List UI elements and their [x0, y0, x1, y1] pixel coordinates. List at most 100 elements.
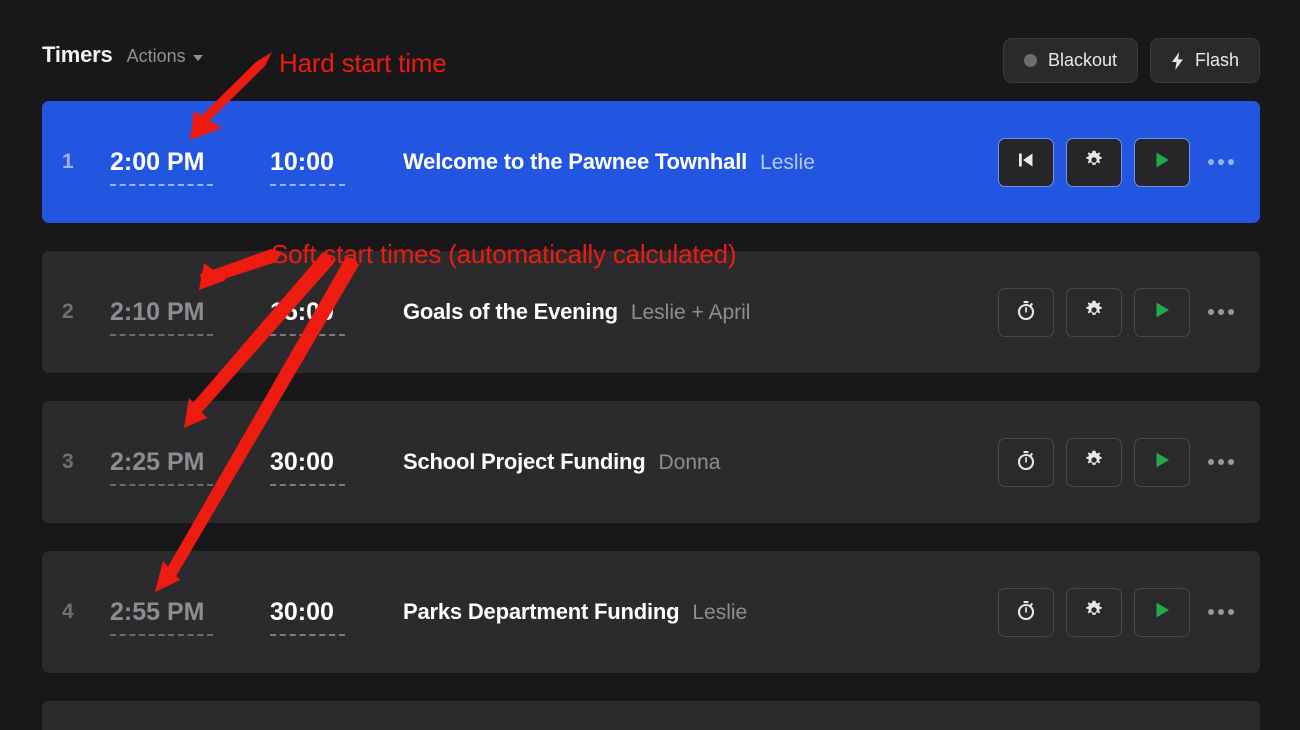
gear-icon	[1084, 450, 1104, 475]
cue-body: Parks Department Funding Leslie	[403, 599, 998, 625]
more-icon	[1228, 159, 1234, 165]
stopwatch-icon	[1016, 300, 1036, 325]
more-icon	[1208, 609, 1214, 615]
more-icon	[1218, 159, 1224, 165]
cue-index: 2	[62, 300, 74, 323]
cue-start-time[interactable]: 2:25 PM	[110, 447, 270, 486]
settings-button[interactable]	[1066, 287, 1122, 337]
more-icon	[1228, 609, 1234, 615]
flash-button[interactable]: Flash	[1149, 38, 1260, 83]
editable-underline	[270, 183, 345, 186]
cue-index: 1	[62, 150, 74, 173]
cue-row-3[interactable]: 3 2:25 PM 30:00 School Project Funding D…	[42, 401, 1260, 523]
play-button[interactable]	[1134, 437, 1190, 487]
cue-controls	[998, 587, 1238, 637]
cue-row-5[interactable]	[42, 701, 1260, 730]
cue-duration[interactable]: 10:00	[270, 147, 403, 186]
cue-start-time[interactable]: 2:00 PM	[110, 147, 270, 186]
cue-index: 3	[62, 450, 74, 473]
play-icon	[1152, 450, 1172, 475]
cue-duration-value: 30:00	[270, 447, 334, 476]
cue-row-4[interactable]: 4 2:55 PM 30:00 Parks Department Funding…	[42, 551, 1260, 673]
blackout-button-label: Blackout	[1047, 50, 1117, 70]
cue-owner[interactable]: Leslie + April	[631, 301, 751, 325]
more-options-button[interactable]	[1204, 592, 1238, 632]
stopwatch-icon	[1016, 450, 1036, 475]
gear-icon	[1084, 300, 1104, 325]
editable-underline	[110, 183, 213, 186]
more-icon	[1208, 309, 1214, 315]
cue-body: Welcome to the Pawnee Townhall Leslie	[403, 149, 998, 175]
more-icon	[1208, 459, 1214, 465]
cue-owner[interactable]: Leslie	[692, 601, 747, 625]
cue-start-time-value: 2:10 PM	[110, 297, 205, 326]
lightning-bolt-icon	[1171, 51, 1184, 70]
header-left-group: Timers Actions	[42, 42, 203, 68]
stopwatch-icon	[1016, 600, 1036, 625]
editable-underline	[270, 633, 345, 636]
editable-underline	[110, 633, 213, 636]
more-icon	[1218, 459, 1224, 465]
cue-start-time-value: 2:00 PM	[110, 147, 205, 176]
cue-start-time-value: 2:25 PM	[110, 447, 205, 476]
settings-button[interactable]	[1066, 587, 1122, 637]
cue-body: Goals of the Evening Leslie + April	[403, 299, 998, 325]
more-options-button[interactable]	[1204, 142, 1238, 182]
more-icon	[1208, 159, 1214, 165]
gear-icon	[1084, 150, 1104, 175]
skip-back-icon	[1016, 150, 1036, 175]
more-icon	[1218, 609, 1224, 615]
gear-icon	[1084, 600, 1104, 625]
more-options-button[interactable]	[1204, 292, 1238, 332]
cue-owner[interactable]: Donna	[659, 451, 721, 475]
app-header: Timers Actions Blackout Flash	[0, 0, 1300, 100]
blackout-button[interactable]: Blackout	[1002, 38, 1138, 83]
cue-name[interactable]: Parks Department Funding	[403, 599, 680, 625]
more-options-button[interactable]	[1204, 442, 1238, 482]
cue-list: 1 2:00 PM 10:00 Welcome to the Pawnee To…	[42, 101, 1260, 730]
actions-menu-button[interactable]: Actions	[127, 46, 203, 67]
editable-underline	[270, 483, 345, 486]
cue-controls	[998, 137, 1238, 187]
stopwatch-button[interactable]	[998, 587, 1054, 637]
play-button[interactable]	[1134, 587, 1190, 637]
cue-duration[interactable]: 15:00	[270, 298, 403, 336]
actions-menu-label: Actions	[126, 46, 186, 66]
cue-owner[interactable]: Leslie	[760, 151, 815, 175]
cue-duration[interactable]: 30:00	[270, 447, 403, 486]
cue-index: 4	[62, 600, 74, 623]
stopwatch-button[interactable]	[998, 287, 1054, 337]
cue-name[interactable]: Welcome to the Pawnee Townhall	[403, 149, 747, 175]
skip-back-button[interactable]	[998, 137, 1054, 187]
cue-row-1[interactable]: 1 2:00 PM 10:00 Welcome to the Pawnee To…	[42, 101, 1260, 223]
play-icon	[1152, 300, 1172, 325]
flash-button-label: Flash	[1194, 50, 1239, 70]
cue-duration-value: 30:00	[270, 597, 334, 626]
cue-body: School Project Funding Donna	[403, 449, 998, 475]
cue-start-time-value: 2:55 PM	[110, 597, 205, 626]
stopwatch-button[interactable]	[998, 437, 1054, 487]
timers-app: Timers Actions Blackout Flash 1 2:00 PM …	[0, 0, 1300, 730]
cue-name[interactable]: Goals of the Evening	[403, 299, 618, 325]
editable-underline	[110, 333, 213, 336]
cue-controls	[998, 287, 1238, 337]
play-button[interactable]	[1134, 287, 1190, 337]
play-icon	[1152, 600, 1172, 625]
settings-button[interactable]	[1066, 137, 1122, 187]
cue-name[interactable]: School Project Funding	[403, 449, 646, 475]
play-button[interactable]	[1134, 137, 1190, 187]
more-icon	[1218, 309, 1224, 315]
cue-duration-value: 10:00	[270, 147, 334, 176]
editable-underline	[270, 333, 345, 336]
cue-start-time[interactable]: 2:55 PM	[110, 597, 270, 636]
settings-button[interactable]	[1066, 437, 1122, 487]
cue-row-2[interactable]: 2 2:10 PM 15:00 Goals of the Evening Les…	[42, 251, 1260, 373]
cue-start-time[interactable]: 2:10 PM	[110, 297, 270, 336]
cue-duration[interactable]: 30:00	[270, 597, 403, 636]
play-icon	[1152, 150, 1172, 175]
cue-controls	[998, 437, 1238, 487]
circle-dot-icon	[1023, 54, 1037, 67]
editable-underline	[110, 483, 213, 486]
more-icon	[1228, 309, 1234, 315]
page-title: Timers	[42, 42, 113, 67]
